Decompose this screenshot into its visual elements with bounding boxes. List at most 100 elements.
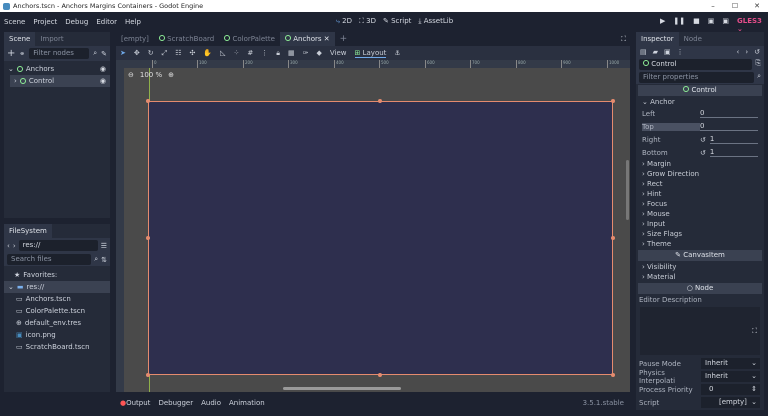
tab-colorpalette[interactable]: ColorPalette — [219, 32, 280, 46]
move-tool-icon[interactable]: ✥ — [134, 49, 140, 57]
menu-project[interactable]: Project — [29, 18, 61, 26]
tab-empty[interactable]: [empty] — [116, 32, 154, 46]
value[interactable]: 0 — [700, 122, 758, 131]
section-anchor[interactable]: ⌄ Anchor — [636, 97, 764, 107]
search-files-input[interactable]: Search files — [7, 254, 92, 265]
view-mode-icon[interactable]: ☰ — [101, 242, 107, 250]
object-selector[interactable]: Control — [639, 59, 753, 70]
property-process-priority[interactable]: Process Priority 0 ⇕ — [636, 383, 764, 396]
resize-handle[interactable] — [611, 373, 615, 377]
workspace-script[interactable]: ✎ Script — [383, 17, 411, 26]
resize-handle[interactable] — [146, 236, 150, 240]
resize-handle[interactable] — [378, 99, 382, 103]
play-scene-icon[interactable]: ▣ — [708, 17, 715, 33]
folder-res[interactable]: ⌄ ▬ res:// — [4, 281, 110, 293]
filter-properties-input[interactable]: Filter properties — [639, 72, 755, 83]
bone-icon[interactable]: ✑ — [303, 49, 309, 57]
history-back-icon[interactable]: ‹ — [737, 48, 740, 56]
path-input[interactable]: res:// — [18, 240, 98, 251]
tab-animation[interactable]: Animation — [229, 399, 265, 407]
tab-anchors[interactable]: Anchors ✕ — [279, 32, 335, 46]
section-visibility[interactable]: › Visibility — [636, 262, 764, 272]
history-icon[interactable]: ↺ — [754, 48, 760, 56]
layout-menu[interactable]: ⊞ Layout — [354, 49, 387, 58]
dropdown[interactable]: Inherit ⌄ — [701, 358, 760, 369]
doc-icon[interactable]: ⎘ — [755, 59, 761, 70]
menu-scene[interactable]: Scene — [0, 18, 29, 26]
section-grow-direction[interactable]: › Grow Direction — [636, 169, 764, 179]
group-icon[interactable]: ▦ — [288, 49, 295, 57]
lock-icon[interactable]: 🔒︎ — [276, 49, 280, 58]
link-icon[interactable]: ⚭ — [19, 50, 25, 58]
back-icon[interactable]: ‹ — [7, 242, 10, 250]
ruler-tool-icon[interactable]: ◺ — [220, 49, 225, 57]
horizontal-scrollbar[interactable] — [283, 387, 401, 390]
select-tool-icon[interactable]: ➤ — [120, 49, 126, 57]
zoom-level[interactable]: 100 % — [140, 71, 162, 79]
open-folder-icon[interactable]: ▰ — [653, 48, 658, 56]
visibility-icon[interactable]: ◉ — [100, 75, 106, 87]
sort-icon[interactable]: ⇅ — [101, 256, 107, 264]
view-menu[interactable]: View — [330, 49, 347, 57]
renderer-select[interactable]: GLES3 ⌄ — [737, 17, 768, 33]
resize-handle[interactable] — [378, 373, 382, 377]
tab-scene[interactable]: Scene — [4, 32, 36, 46]
control-rect[interactable] — [148, 101, 613, 375]
tab-filesystem[interactable]: FileSystem — [4, 224, 52, 238]
spinbox[interactable]: 0 ⇕ — [701, 384, 760, 395]
new-resource-icon[interactable]: ▤ — [640, 48, 647, 56]
play-custom-icon[interactable]: ▣ — [722, 17, 729, 33]
override-camera-icon[interactable]: ◆ — [316, 49, 321, 57]
tab-audio[interactable]: Audio — [201, 399, 221, 407]
property-script[interactable]: Script [empty] ⌄ — [636, 396, 764, 409]
file-item[interactable]: ⊕ default_env.tres — [4, 317, 110, 329]
file-item[interactable]: ▭ ScratchBoard.tscn — [4, 341, 110, 353]
resize-handle[interactable] — [146, 373, 150, 377]
add-node-icon[interactable]: + — [7, 48, 15, 59]
vertical-scrollbar[interactable] — [626, 160, 629, 220]
tree-node-anchors[interactable]: ⌄ Anchors ◉ — [4, 63, 110, 75]
more-icon[interactable]: ⋮ — [677, 48, 684, 56]
script-icon[interactable]: ✎ — [101, 50, 107, 58]
tab-node[interactable]: Node — [679, 32, 707, 46]
section-focus[interactable]: › Focus — [636, 199, 764, 209]
tab-inspector[interactable]: Inspector — [636, 32, 679, 46]
property-anchor-left[interactable]: Left 0 — [636, 107, 764, 120]
menu-help[interactable]: Help — [121, 18, 145, 26]
distraction-free-icon[interactable]: ⛶ — [621, 35, 626, 44]
editor-description-input[interactable]: ⛶ — [640, 307, 760, 355]
menu-editor[interactable]: Editor — [92, 18, 121, 26]
tab-debugger[interactable]: Debugger — [158, 399, 193, 407]
list-select-icon[interactable]: ☷ — [175, 49, 181, 57]
tree-node-control[interactable]: › Control ◉ — [10, 75, 110, 87]
visibility-icon[interactable]: ◉ — [100, 63, 106, 75]
save-icon[interactable]: ▣ — [664, 48, 671, 56]
pan-tool-icon[interactable]: ✋ — [203, 49, 212, 57]
property-anchor-right[interactable]: Right ↺ 1 — [636, 133, 764, 146]
value[interactable]: 0 — [700, 109, 758, 118]
play-icon[interactable]: ▶ — [660, 17, 665, 33]
file-item[interactable]: ▣ icon.png — [4, 329, 110, 341]
section-material[interactable]: › Material — [636, 272, 764, 282]
zoom-in-icon[interactable]: ⊕ — [168, 71, 174, 79]
workspace-3d[interactable]: ⛶ 3D — [359, 17, 376, 26]
close-button[interactable]: ✕ — [746, 0, 768, 12]
canvas-viewport[interactable]: 0 100 200 300 400 500 600 700 800 900 1000 ⊖ 100 % ⊕ — [116, 60, 630, 392]
dropdown[interactable]: Inherit ⌄ — [701, 371, 760, 382]
value[interactable]: 1 — [709, 148, 758, 157]
stop-icon[interactable]: ■ — [693, 17, 700, 33]
pivot-icon[interactable]: ✣ — [190, 49, 196, 57]
property-physics-interpolation[interactable]: Physics Interpolati Inherit ⌄ — [636, 369, 764, 385]
section-margin[interactable]: › Margin — [636, 159, 764, 169]
workspace-2d[interactable]: ⤷ 2D — [336, 17, 352, 26]
revert-icon[interactable]: ↺ — [700, 149, 706, 157]
revert-icon[interactable]: ↺ — [700, 136, 706, 144]
property-anchor-top[interactable]: Top 0 — [636, 120, 764, 133]
section-size-flags[interactable]: › Size Flags — [636, 229, 764, 239]
section-input[interactable]: › Input — [636, 219, 764, 229]
minimize-button[interactable]: – — [702, 0, 724, 12]
zoom-out-icon[interactable]: ⊖ — [128, 71, 134, 79]
resize-handle[interactable] — [611, 236, 615, 240]
section-rect[interactable]: › Rect — [636, 179, 764, 189]
history-forward-icon[interactable]: › — [745, 48, 748, 56]
